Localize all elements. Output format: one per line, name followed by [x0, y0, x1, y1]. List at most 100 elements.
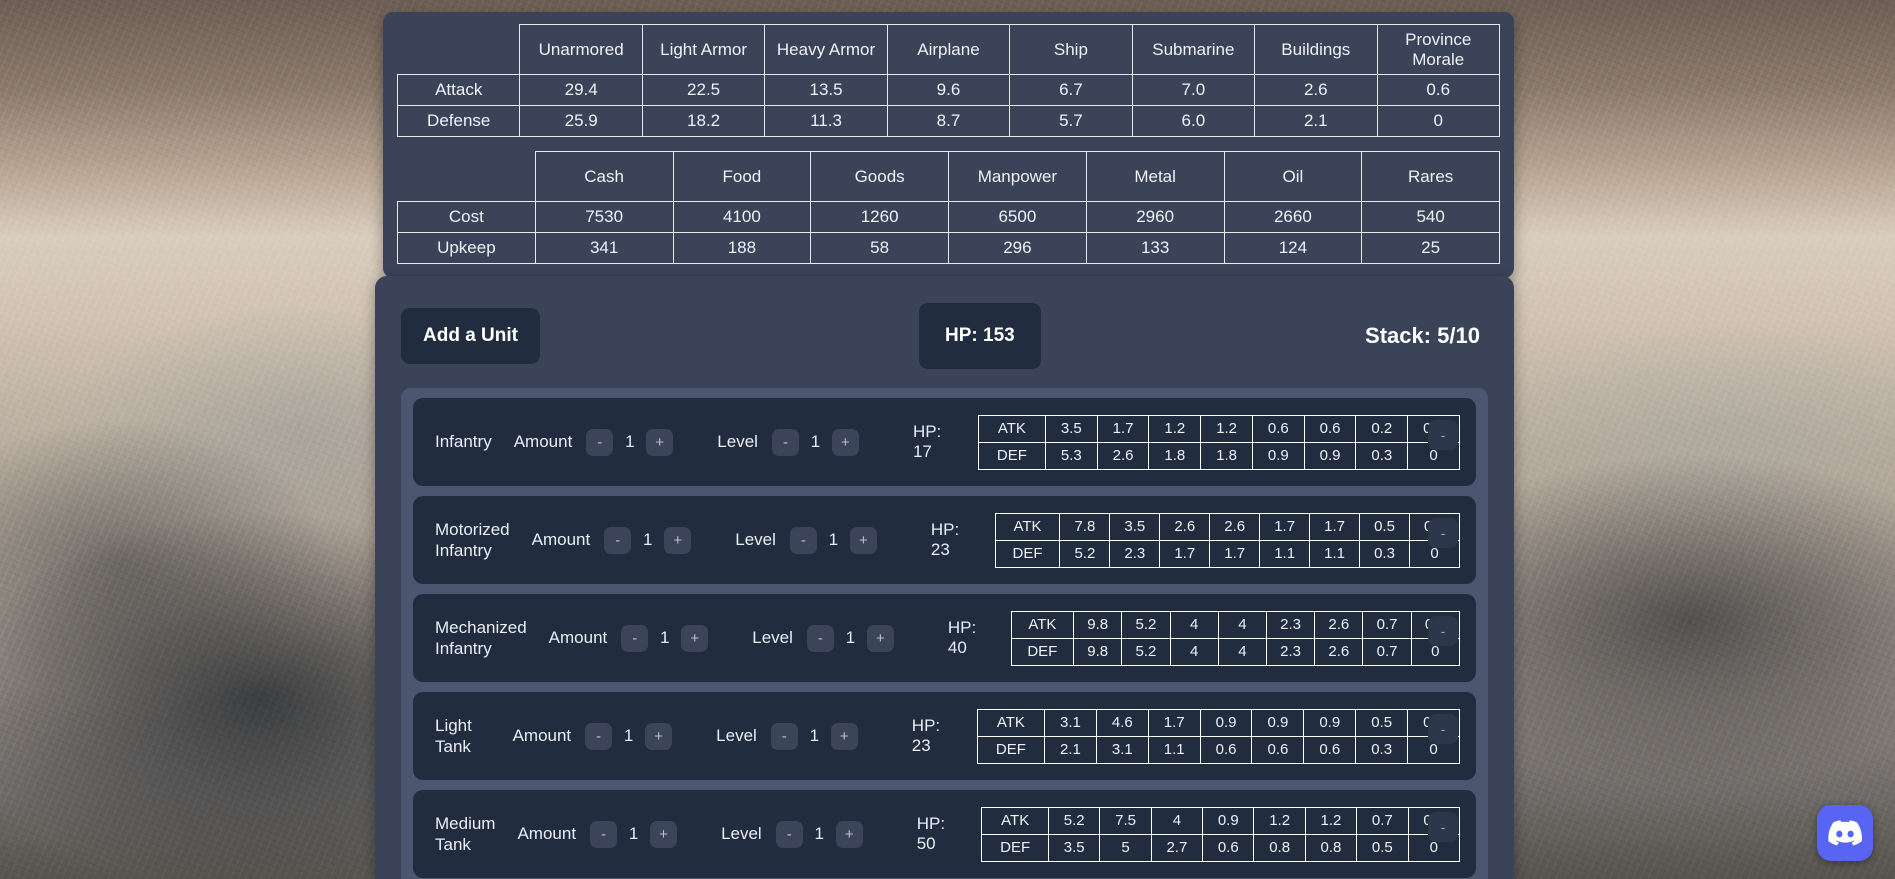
- combat-row-label-attack: Attack: [398, 75, 520, 106]
- level-increment-button[interactable]: +: [836, 821, 863, 848]
- amount-stepper: Amount-1+: [517, 821, 677, 848]
- level-increment-button[interactable]: +: [831, 723, 858, 750]
- amount-increment-button[interactable]: +: [646, 429, 673, 456]
- amount-increment-button[interactable]: +: [681, 625, 708, 652]
- cost-food: 4100: [673, 202, 811, 233]
- unit-stat-def-4: 2.3: [1267, 638, 1315, 665]
- amount-increment-button[interactable]: +: [650, 821, 677, 848]
- unit-stat-grid: ATK3.51.71.21.20.60.60.20.1DEF5.32.61.81…: [978, 415, 1460, 470]
- level-increment-button[interactable]: +: [850, 527, 877, 554]
- level-increment-button[interactable]: +: [832, 429, 859, 456]
- amount-value: 1: [623, 432, 636, 452]
- level-label: Level: [721, 824, 762, 844]
- defense-light-armor: 18.2: [642, 106, 764, 137]
- combat-table-header-row: Unarmored Light Armor Heavy Armor Airpla…: [398, 25, 1500, 75]
- remove-unit-button[interactable]: -: [1428, 420, 1458, 450]
- unit-stat-atk-3: 1.2: [1201, 415, 1253, 442]
- add-unit-button[interactable]: Add a Unit: [401, 308, 540, 364]
- amount-decrement-button[interactable]: -: [621, 625, 648, 652]
- attack-buildings: 2.6: [1255, 75, 1377, 106]
- unit-stat-atk-3: 2.6: [1210, 513, 1260, 540]
- level-decrement-button[interactable]: -: [772, 429, 799, 456]
- resource-table-header-row: Cash Food Goods Manpower Metal Oil Rares: [398, 152, 1500, 202]
- level-label: Level: [717, 432, 758, 452]
- unit-stat-atk-label: ATK: [995, 513, 1060, 540]
- unit-stat-row-atk: ATK3.14.61.70.90.90.90.50.1: [977, 709, 1459, 736]
- unit-list: InfantryAmount-1+Level-1+HP: 17ATK3.51.7…: [401, 388, 1488, 879]
- unit-hp-label: HP: 50: [917, 814, 950, 854]
- unit-stat-row-def: DEF5.22.31.71.71.11.10.30: [995, 540, 1459, 567]
- level-increment-button[interactable]: +: [867, 625, 894, 652]
- unit-stats-panel: Unarmored Light Armor Heavy Armor Airpla…: [383, 12, 1514, 278]
- amount-decrement-button[interactable]: -: [586, 429, 613, 456]
- amount-label: Amount: [514, 432, 573, 452]
- level-value: 1: [808, 726, 821, 746]
- amount-value: 1: [627, 824, 640, 844]
- resource-row-cost: Cost 7530 4100 1260 6500 2960 2660 540: [398, 202, 1500, 233]
- unit-stat-atk-1: 3.5: [1110, 513, 1160, 540]
- unit-stat-atk-6: 0.7: [1357, 807, 1408, 834]
- amount-decrement-button[interactable]: -: [585, 723, 612, 750]
- unit-stat-atk-1: 1.7: [1097, 415, 1149, 442]
- level-decrement-button[interactable]: -: [790, 527, 817, 554]
- level-value: 1: [813, 824, 826, 844]
- level-stepper: Level-1+: [717, 429, 859, 456]
- unit-row: Motorized InfantryAmount-1+Level-1+HP: 2…: [413, 496, 1476, 584]
- discord-button[interactable]: [1817, 805, 1873, 861]
- unit-stat-row-atk: ATK9.85.2442.32.60.70.1: [1011, 611, 1459, 638]
- amount-stepper: Amount-1+: [513, 723, 673, 750]
- level-value: 1: [827, 530, 840, 550]
- unit-stat-atk-3: 4: [1218, 611, 1266, 638]
- units-header: Add a Unit HP: 153 Stack: 5/10: [401, 298, 1488, 374]
- upkeep-cash: 341: [535, 233, 673, 264]
- unit-stat-atk-1: 5.2: [1122, 611, 1170, 638]
- remove-unit-button[interactable]: -: [1428, 812, 1458, 842]
- amount-value: 1: [622, 726, 635, 746]
- unit-stat-atk-5: 0.9: [1304, 709, 1356, 736]
- unit-stat-atk-4: 1.7: [1260, 513, 1310, 540]
- upkeep-oil: 124: [1224, 233, 1362, 264]
- unit-stat-atk-label: ATK: [977, 709, 1044, 736]
- unit-stat-def-5: 0.8: [1305, 834, 1356, 861]
- total-hp-badge: HP: 153: [919, 303, 1041, 369]
- unit-stat-def-2: 1.8: [1149, 442, 1201, 469]
- amount-decrement-button[interactable]: -: [590, 821, 617, 848]
- level-stepper: Level-1+: [735, 527, 877, 554]
- resource-col-rares: Rares: [1362, 152, 1500, 202]
- combat-row-defense: Defense 25.9 18.2 11.3 8.7 5.7 6.0 2.1 0: [398, 106, 1500, 137]
- attack-unarmored: 29.4: [520, 75, 642, 106]
- unit-stat-def-1: 5.2: [1122, 638, 1170, 665]
- unit-stat-def-6: 0.5: [1357, 834, 1408, 861]
- unit-stat-def-0: 9.8: [1074, 638, 1122, 665]
- unit-stat-def-5: 0.9: [1304, 442, 1356, 469]
- unit-stat-atk-6: 0.7: [1363, 611, 1411, 638]
- unit-stat-atk-2: 1.2: [1149, 415, 1201, 442]
- unit-stat-def-label: DEF: [978, 442, 1045, 469]
- unit-stat-def-3: 1.7: [1210, 540, 1260, 567]
- unit-stat-def-5: 1.1: [1310, 540, 1360, 567]
- resource-table-corner: [398, 152, 536, 202]
- cost-rares: 540: [1362, 202, 1500, 233]
- level-decrement-button[interactable]: -: [771, 723, 798, 750]
- unit-row: Mechanized InfantryAmount-1+Level-1+HP: …: [413, 594, 1476, 682]
- amount-value: 1: [641, 530, 654, 550]
- unit-stat-def-3: 4: [1218, 638, 1266, 665]
- unit-builder-panel: Add a Unit HP: 153 Stack: 5/10 InfantryA…: [375, 276, 1514, 879]
- unit-stat-grid: ATK5.27.540.91.21.20.70.2DEF3.552.70.60.…: [981, 807, 1460, 862]
- combat-col-ship: Ship: [1010, 25, 1132, 75]
- upkeep-manpower: 296: [949, 233, 1087, 264]
- unit-stat-atk-2: 2.6: [1160, 513, 1210, 540]
- level-decrement-button[interactable]: -: [776, 821, 803, 848]
- amount-increment-button[interactable]: +: [645, 723, 672, 750]
- unit-stat-atk-4: 2.3: [1267, 611, 1315, 638]
- amount-decrement-button[interactable]: -: [604, 527, 631, 554]
- unit-stat-def-1: 2.6: [1097, 442, 1149, 469]
- unit-hp-label: HP: 23: [912, 716, 945, 756]
- amount-increment-button[interactable]: +: [664, 527, 691, 554]
- level-decrement-button[interactable]: -: [807, 625, 834, 652]
- remove-unit-button[interactable]: -: [1428, 714, 1458, 744]
- combat-col-submarine: Submarine: [1132, 25, 1254, 75]
- unit-stat-atk-5: 2.6: [1315, 611, 1363, 638]
- remove-unit-button[interactable]: -: [1428, 518, 1458, 548]
- remove-unit-button[interactable]: -: [1428, 616, 1458, 646]
